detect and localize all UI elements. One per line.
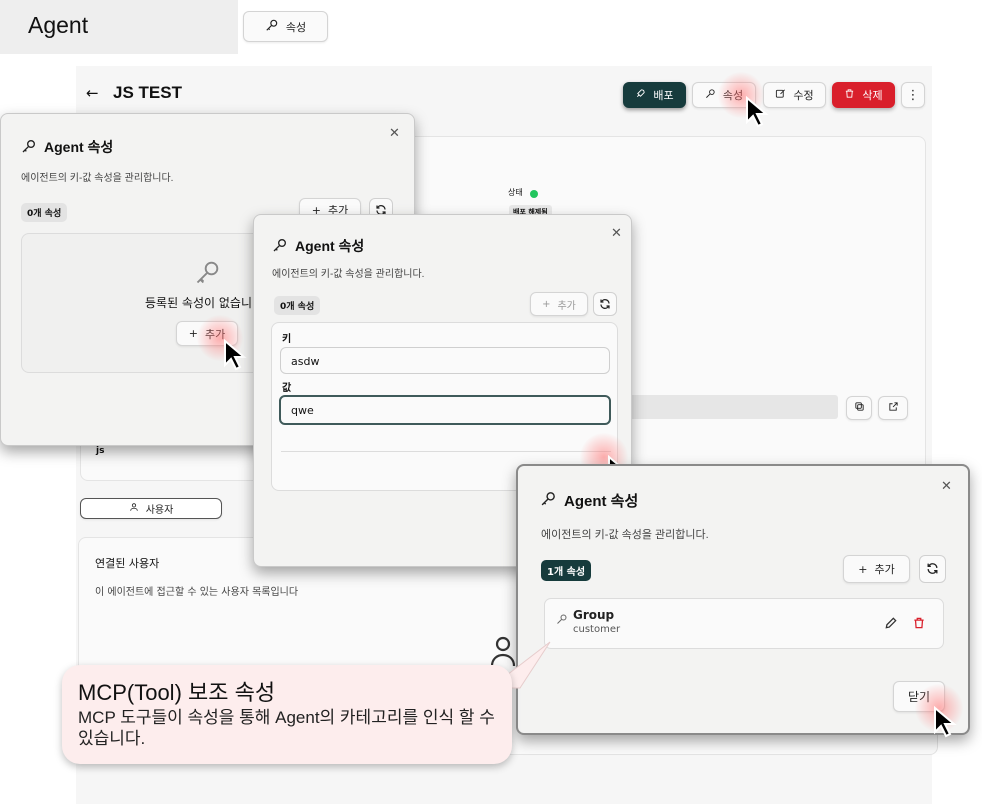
tab-users-label: 사용자 (145, 505, 174, 516)
close-icon[interactable]: ✕ (389, 126, 400, 141)
linked-users-title: 연결된 사용자 (95, 557, 160, 570)
external-link-icon (888, 401, 899, 415)
dialog-title-text: Agent 속성 (564, 493, 639, 510)
dialog-description: 에이전트의 키-값 속성을 관리합니다. (272, 269, 425, 280)
key-icon (265, 18, 279, 35)
attribute-count-badge: 0개 속성 (274, 296, 321, 315)
attribute-count-badge: 0개 속성 (21, 203, 68, 222)
tab-users[interactable]: 사용자 (80, 498, 222, 519)
trash-icon[interactable] (912, 615, 926, 634)
cursor-icon (745, 95, 771, 132)
key-icon (21, 138, 37, 157)
callout-body: MCP 도구들이 속성을 통해 Agent의 카테고리를 인식 할 수 있습니다… (78, 708, 495, 748)
delete-button-label: 삭제 (862, 89, 883, 102)
copy-icon (854, 401, 865, 415)
attribute-count-badge: 1개 속성 (541, 560, 592, 581)
key-icon (540, 490, 557, 511)
linked-users-description: 이 에이전트에 접근할 수 있는 사용자 목록입니다 (95, 587, 299, 598)
value-input[interactable]: qwe (279, 395, 611, 425)
callout-title: MCP(Tool) 보조 속성 (78, 680, 276, 705)
dialog-description: 에이전트의 키-값 속성을 관리합니다. (541, 529, 709, 541)
value-field-label: 값 (282, 383, 292, 394)
refresh-button[interactable] (593, 292, 617, 316)
edit-button-label: 수정 (793, 89, 814, 102)
deploy-button[interactable]: 배포 (623, 82, 686, 108)
refresh-icon (926, 560, 939, 579)
endpoint-field[interactable] (620, 395, 838, 419)
dialog-title: Agent 속성 (540, 490, 638, 511)
key-icon (194, 258, 222, 290)
annotation-callout: MCP(Tool) 보조 속성 MCP 도구들이 속성을 통해 Agent의 카… (62, 665, 512, 764)
attributes-button-label: 속성 (285, 20, 307, 34)
plus-icon: + (542, 298, 551, 310)
copy-button[interactable] (846, 396, 872, 420)
attributes-button-top[interactable]: 속성 (243, 11, 328, 42)
back-arrow-icon[interactable]: ← (86, 84, 99, 102)
agent-header-label: Agent (0, 0, 238, 54)
empty-state-text: 등록된 속성이 없습니 (145, 296, 252, 310)
dialog-title: Agent 속성 (272, 236, 364, 256)
key-icon (272, 237, 288, 256)
plus-icon: + (858, 562, 868, 576)
deploy-button-label: 배포 (653, 89, 674, 102)
dialog-description: 에이전트의 키-값 속성을 관리합니다. (21, 173, 174, 184)
language-label: js (96, 446, 105, 456)
delete-button[interactable]: 삭제 (832, 82, 895, 108)
key-icon (556, 610, 568, 629)
dialog-title-text: Agent 속성 (44, 139, 114, 155)
edit-button[interactable]: 수정 (763, 82, 826, 108)
attributes-dialog-list: Agent 속성 ✕ 에이전트의 키-값 속성을 관리합니다. 1개 속성 + … (516, 464, 970, 738)
rocket-icon (635, 88, 646, 102)
key-input[interactable]: asdw (280, 347, 610, 374)
trash-icon (844, 88, 855, 102)
status-label: 상태 (508, 188, 523, 197)
add-attribute-button[interactable]: + 추가 (843, 555, 910, 583)
close-icon[interactable]: ✕ (941, 479, 952, 494)
add-attribute-button[interactable]: + 추가 (530, 292, 588, 316)
page-title: JS TEST (113, 83, 182, 102)
pencil-icon[interactable] (884, 615, 898, 634)
open-link-button[interactable] (878, 396, 908, 420)
add-attribute-label: 추가 (557, 300, 576, 312)
refresh-button[interactable] (919, 555, 946, 583)
dialog-title: Agent 속성 (21, 137, 113, 157)
user-icon (129, 502, 139, 515)
edit-icon (775, 88, 786, 102)
dialog-title-text: Agent 속성 (295, 238, 365, 254)
more-options-button[interactable]: ⋮ (901, 82, 925, 108)
divider (281, 451, 611, 452)
cursor-icon (223, 338, 249, 375)
cursor-icon (933, 705, 959, 742)
attribute-key: Group (573, 608, 615, 622)
refresh-icon (599, 295, 611, 314)
add-attribute-label: 추가 (874, 563, 895, 576)
status-dot (530, 190, 538, 198)
attribute-value: customer (573, 624, 621, 635)
key-field-label: 키 (282, 334, 292, 345)
close-icon[interactable]: ✕ (611, 226, 622, 241)
key-icon (705, 88, 716, 102)
